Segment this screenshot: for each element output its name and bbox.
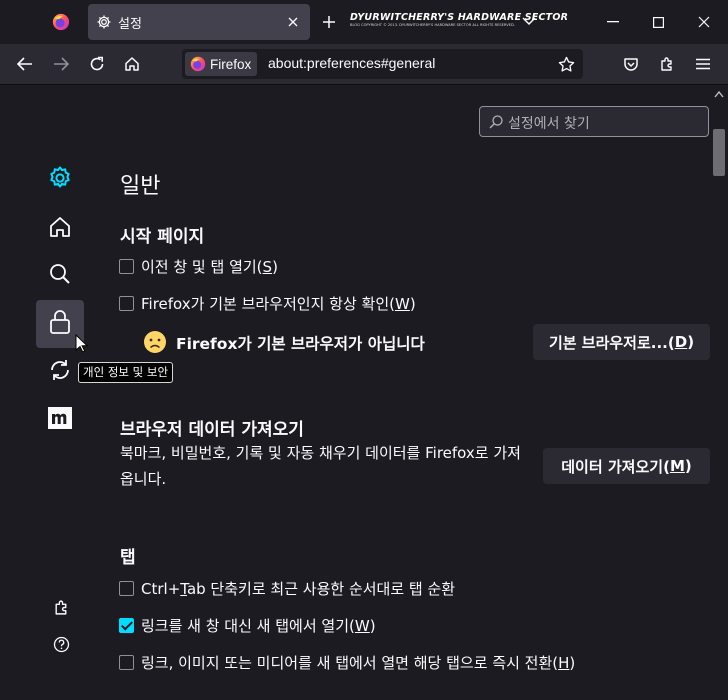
reload-icon[interactable] (86, 53, 108, 75)
open-links-in-tabs-label: 링크를 새 창 대신 새 탭에서 열기(W) (141, 617, 376, 635)
home-icon (48, 215, 72, 243)
minimize-icon[interactable] (603, 12, 623, 32)
hamburger-menu-icon[interactable] (692, 53, 714, 75)
browser-window: 설정 DYURWITCHERRY'S HARDWARE SECTOR BLOG … (0, 0, 728, 700)
firefox-logo-icon (190, 56, 206, 72)
identity-box[interactable]: Firefox (185, 52, 258, 76)
import-data-button[interactable]: 데이터 가져오기(M) (543, 448, 710, 484)
search-icon (48, 262, 72, 290)
gear-icon (47, 165, 73, 195)
maximize-icon[interactable] (648, 12, 668, 32)
settings-search-input[interactable]: 설정에서 찾기 (479, 106, 709, 137)
restore-session-checkbox[interactable] (119, 259, 134, 274)
category-home[interactable] (36, 205, 84, 253)
mozilla-icon (47, 406, 73, 434)
preferences-page: 설정에서 찾기 개인 정보 및 보안 일반 시작 페이지 이전 창 및 탭 열기… (0, 86, 710, 700)
scrollbar-thumb[interactable] (713, 129, 725, 176)
ctrl-tab-label: Ctrl+Tab 단축키로 최근 사용한 순서대로 탭 순환 (141, 580, 456, 598)
gear-icon (96, 14, 112, 30)
mouse-cursor-icon (75, 333, 89, 354)
back-arrow-icon[interactable] (14, 53, 36, 75)
page-title: 일반 (120, 174, 161, 199)
pocket-icon[interactable] (620, 53, 642, 75)
url-bar[interactable]: Firefox about:preferences#general (182, 49, 583, 79)
switch-to-new-tab-checkbox-row[interactable]: 링크, 이미지 또는 미디어를 새 탭에서 열면 해당 탭으로 즉시 전환(H) (119, 652, 575, 673)
ctrl-tab-checkbox-row[interactable]: Ctrl+Tab 단축키로 최근 사용한 순서대로 탭 순환 (119, 578, 455, 599)
category-sync[interactable] (36, 348, 84, 396)
not-default-message: Firefox가 기본 브라우저가 아닙니다 (176, 335, 425, 353)
open-links-in-tabs-checkbox-row[interactable]: 링크를 새 창 대신 새 탭에서 열기(W) (119, 615, 376, 636)
make-default-button[interactable]: 기본 브라우저로...(D) (533, 324, 710, 360)
category-more-from-mozilla[interactable] (36, 396, 84, 444)
banner-subtitle: BLOG COPYRIGHT © 2013. DYURWITCHERRY'S H… (350, 23, 515, 27)
url-text[interactable]: about:preferences#general (268, 55, 435, 71)
privacy-tooltip: 개인 정보 및 보안 (78, 362, 174, 383)
close-tab-icon[interactable] (284, 13, 302, 31)
firefox-logo-icon[interactable] (49, 10, 73, 34)
sync-icon (48, 358, 72, 386)
check-default-checkbox[interactable] (119, 296, 134, 311)
list-all-tabs-chevron-down-icon[interactable] (520, 12, 538, 30)
search-icon (488, 114, 504, 130)
banner-title: DYURWITCHERRY'S HARDWARE SECTOR (350, 12, 569, 23)
page-scrollbar[interactable] (710, 86, 728, 700)
restore-session-checkbox-row[interactable]: 이전 창 및 탭 열기(S) (119, 256, 278, 277)
open-links-in-tabs-checkbox[interactable] (119, 618, 134, 633)
forward-arrow-icon[interactable] (50, 53, 72, 75)
blog-banner: DYURWITCHERRY'S HARDWARE SECTOR BLOG COP… (350, 12, 569, 32)
check-default-checkbox-row[interactable]: Firefox가 기본 브라우저인지 항상 확인(W) (119, 293, 416, 314)
extensions-themes-puzzle-icon[interactable] (51, 597, 71, 617)
check-default-label: Firefox가 기본 브라우저인지 항상 확인(W) (141, 295, 416, 313)
tab-settings[interactable]: 설정 (88, 4, 310, 40)
scroll-up-arrow-icon[interactable] (714, 90, 724, 98)
lock-icon (49, 309, 71, 339)
extensions-puzzle-icon[interactable] (656, 53, 678, 75)
import-heading: 브라우저 데이터 가져오기 (120, 420, 304, 440)
category-general[interactable] (36, 156, 84, 204)
search-placeholder: 설정에서 찾기 (508, 116, 590, 132)
category-search[interactable] (36, 252, 84, 300)
startup-heading: 시작 페이지 (120, 227, 205, 247)
home-icon[interactable] (121, 53, 143, 75)
sad-face-icon (143, 330, 167, 354)
import-description-line1: 북마크, 비밀번호, 기록 및 자동 채우기 데이터를 Firefox로 가져 (120, 444, 521, 462)
nav-bar: Firefox about:preferences#general (0, 44, 728, 85)
identity-label: Firefox (210, 56, 252, 72)
restore-session-label: 이전 창 및 탭 열기(S) (141, 258, 278, 276)
import-description-line2: 옵니다. (120, 470, 167, 488)
bookmark-star-icon[interactable] (557, 55, 575, 73)
help-icon[interactable] (51, 634, 71, 654)
switch-to-new-tab-label: 링크, 이미지 또는 미디어를 새 탭에서 열면 해당 탭으로 즉시 전환(H) (141, 654, 576, 672)
ctrl-tab-checkbox[interactable] (119, 581, 134, 596)
new-tab-button[interactable] (318, 11, 340, 33)
tabs-heading: 탭 (120, 548, 136, 568)
tab-strip: 설정 DYURWITCHERRY'S HARDWARE SECTOR BLOG … (0, 0, 728, 44)
tab-title: 설정 (118, 17, 142, 32)
close-window-icon[interactable] (694, 12, 714, 32)
switch-to-new-tab-checkbox[interactable] (119, 655, 134, 670)
